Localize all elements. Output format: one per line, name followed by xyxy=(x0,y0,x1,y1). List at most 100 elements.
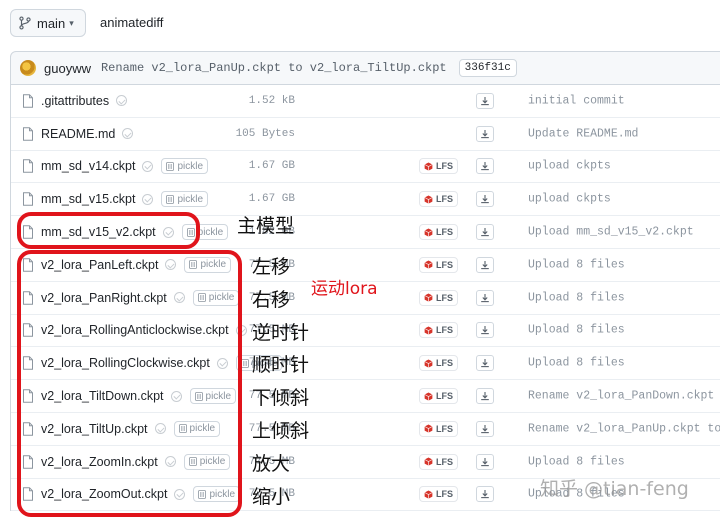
file-commit-message[interactable]: upload ckpts xyxy=(528,193,611,206)
file-row[interactable]: v2_lora_RollingClockwise.ckpt pickle 77.5 … xyxy=(11,347,720,381)
download-button[interactable] xyxy=(476,355,494,372)
download-button[interactable] xyxy=(476,191,494,208)
file-name-link[interactable]: README.md xyxy=(41,127,115,141)
file-name-link[interactable]: v2_lora_PanRight.ckpt xyxy=(41,291,167,305)
download-button[interactable] xyxy=(476,453,494,470)
download-icon xyxy=(481,457,489,466)
lfs-cube-icon xyxy=(424,195,433,204)
pickle-badge[interactable]: pickle xyxy=(192,289,240,306)
chevron-down-icon: ▾ xyxy=(69,17,74,28)
download-button[interactable] xyxy=(476,322,494,339)
download-button[interactable] xyxy=(476,388,494,405)
file-commit-message[interactable]: Rename v2_lora_PanUp.ckpt to xyxy=(528,422,720,435)
file-row[interactable]: v2_lora_TiltDown.ckpt pickle 77.5 MB LFS Ren… xyxy=(11,380,720,413)
motion-annotation-label: 顺时针 xyxy=(252,354,310,377)
lfs-label: LFS xyxy=(436,292,453,303)
file-name-link[interactable]: mm_sd_v15.ckpt xyxy=(41,192,135,206)
commit-message[interactable]: Rename v2_lora_PanUp.ckpt to v2_lora_Til… xyxy=(101,61,447,75)
file-commit-message[interactable]: upload ckpts xyxy=(528,160,611,173)
pickle-badge[interactable]: pickle xyxy=(184,256,232,273)
file-commit-message[interactable]: Rename v2_lora_PanDown.ckpt xyxy=(528,390,714,403)
commit-hash[interactable]: 336f31c xyxy=(458,59,517,77)
lfs-cube-icon xyxy=(424,293,433,302)
download-button[interactable] xyxy=(476,486,494,503)
file-name-link[interactable]: v2_lora_TiltDown.ckpt xyxy=(41,389,164,403)
pickle-label: pickle xyxy=(200,259,227,271)
download-button[interactable] xyxy=(476,289,494,306)
download-button[interactable] xyxy=(476,158,494,175)
file-row[interactable]: .gitattributes 1.52 kB initial commit xyxy=(11,85,720,118)
file-commit-message[interactable]: Upload 8 files xyxy=(528,258,625,271)
motion-annotation-label: 放大 xyxy=(252,452,291,475)
motion-annotation-label: 右移 xyxy=(252,288,291,311)
pickle-icon xyxy=(189,260,198,270)
pickle-icon xyxy=(198,490,207,499)
file-icon xyxy=(23,454,33,469)
file-name-link[interactable]: v2_lora_PanLeft.ckpt xyxy=(41,258,158,272)
file-name-cell: mm_sd_v15.ckpt pickle xyxy=(41,191,209,208)
file-row[interactable]: mm_sd_v15_v2.ckpt pickle 1.82 GB LFS Upload … xyxy=(11,216,720,249)
pickle-icon xyxy=(166,162,175,171)
file-name-link[interactable]: v2_lora_ZoomIn.ckpt xyxy=(41,455,158,469)
file-commit-message[interactable]: Upload 8 files xyxy=(528,291,625,304)
file-row[interactable]: README.md 105 Bytes Update README.md xyxy=(11,118,720,151)
motion-annotation-label: 下倾斜 xyxy=(252,387,310,410)
file-commit-message[interactable]: Upload 8 files xyxy=(528,455,625,468)
pickle-badge[interactable]: pickle xyxy=(161,158,209,175)
safe-check-icon xyxy=(174,488,186,500)
file-commit-message[interactable]: Upload 8 files xyxy=(528,324,625,337)
file-icon xyxy=(23,159,33,174)
download-icon xyxy=(481,195,489,204)
pickle-badge[interactable]: pickle xyxy=(173,420,221,437)
repo-name[interactable]: animatediff xyxy=(100,15,163,30)
download-icon xyxy=(481,490,489,499)
file-name-link[interactable]: v2_lora_ZoomOut.ckpt xyxy=(41,487,167,501)
lfs-cube-icon xyxy=(424,162,433,171)
download-button[interactable] xyxy=(476,224,494,241)
motion-annotation-label: 缩小 xyxy=(252,485,291,508)
download-button[interactable] xyxy=(476,420,494,437)
safe-check-icon xyxy=(116,95,128,107)
lfs-label: LFS xyxy=(436,489,453,500)
safe-check-icon xyxy=(142,160,154,172)
file-name-link[interactable]: .gitattributes xyxy=(41,94,109,108)
branch-selector[interactable]: main ▾ xyxy=(10,9,86,37)
download-icon xyxy=(481,96,489,106)
avatar[interactable] xyxy=(20,60,36,76)
file-icon xyxy=(23,389,33,403)
safe-check-icon xyxy=(170,390,182,402)
motion-annotation-label: 上倾斜 xyxy=(252,420,310,442)
file-icon xyxy=(23,290,33,305)
file-row[interactable]: mm_sd_v14.ckpt pickle 1.67 GB LFS upload ckp… xyxy=(11,151,720,184)
file-commit-message[interactable]: Update README.md xyxy=(528,127,638,140)
pickle-badge[interactable]: pickle xyxy=(183,453,231,470)
file-name-link[interactable]: v2_lora_RollingClockwise.ckpt xyxy=(41,356,210,370)
pickle-label: pickle xyxy=(205,390,232,402)
pickle-badge[interactable]: pickle xyxy=(189,388,237,405)
file-icon xyxy=(23,258,33,272)
pickle-badge[interactable]: pickle xyxy=(193,486,241,503)
download-button[interactable] xyxy=(476,92,494,109)
file-commit-message[interactable]: Upload 8 files xyxy=(528,357,625,370)
file-row[interactable]: v2_lora_RollingAnticlockwise.ckpt 77.5 MB… xyxy=(11,315,720,348)
file-name-link[interactable]: v2_lora_TiltUp.ckpt xyxy=(41,422,148,436)
download-button[interactable] xyxy=(476,256,494,273)
file-name-link[interactable]: v2_lora_RollingAnticlockwise.ckpt xyxy=(41,323,229,337)
file-name-link[interactable]: mm_sd_v14.ckpt xyxy=(41,159,135,173)
file-icon xyxy=(23,487,33,502)
lfs-label: LFS xyxy=(436,259,453,270)
lfs-cube-icon xyxy=(424,424,433,433)
lfs-badge: LFS xyxy=(419,289,458,306)
download-icon xyxy=(481,392,489,401)
file-row[interactable]: mm_sd_v15.ckpt pickle 1.67 GB LFS upload ckp… xyxy=(11,183,720,217)
file-name-link[interactable]: mm_sd_v15_v2.ckpt xyxy=(41,225,156,239)
download-button[interactable] xyxy=(476,125,494,142)
safe-check-icon xyxy=(164,456,176,468)
pickle-badge[interactable]: pickle xyxy=(161,191,209,208)
file-commit-message[interactable]: Upload mm_sd_v15_v2.ckpt xyxy=(528,226,694,239)
lfs-badge: LFS xyxy=(419,256,458,273)
commit-author[interactable]: guoyww xyxy=(44,61,91,76)
file-commit-message[interactable]: initial commit xyxy=(528,94,625,107)
pickle-badge[interactable]: pickle xyxy=(181,224,229,241)
file-row[interactable]: v2_lora_TiltUp.ckpt pickle 77.5 MB LFS Renam… xyxy=(11,413,720,446)
